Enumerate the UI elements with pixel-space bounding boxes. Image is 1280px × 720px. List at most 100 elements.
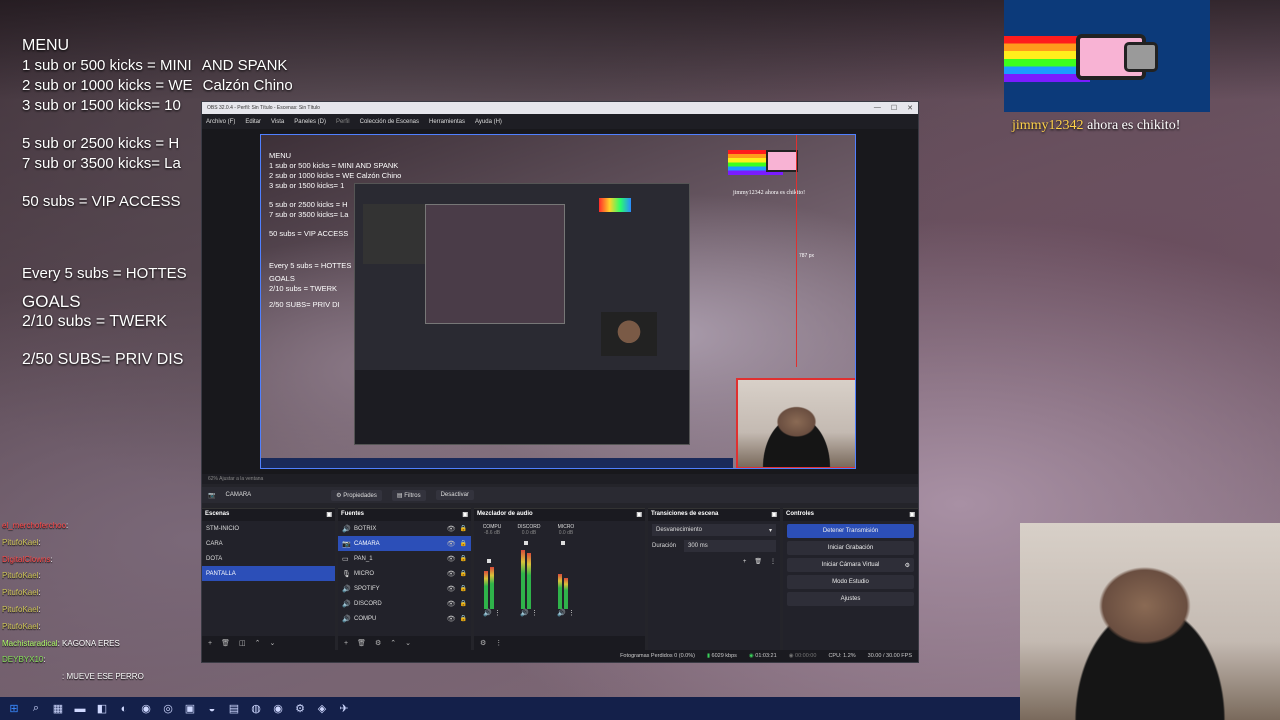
store-icon[interactable]: ◧ xyxy=(94,701,110,717)
close-icon[interactable]: ✕ xyxy=(907,104,913,112)
gear-icon[interactable]: ⚙ xyxy=(905,562,910,569)
app-icon[interactable]: ◈ xyxy=(314,701,330,717)
dock-menu-icon[interactable]: ▣ xyxy=(326,511,332,519)
filter-icon[interactable]: ◫ xyxy=(239,639,246,647)
speaker-icon[interactable]: 🔊 ⋮ xyxy=(480,609,504,617)
source-item[interactable]: 🎙 MICRO 👁 🔒 xyxy=(338,566,471,581)
edge-icon[interactable]: ◐ xyxy=(116,701,132,717)
app-icon[interactable]: ▤ xyxy=(226,701,242,717)
scene-item[interactable]: DOTA xyxy=(202,551,335,566)
speaker-icon[interactable]: 🔊 ⋮ xyxy=(554,609,578,617)
gear-icon[interactable]: ⚙ xyxy=(375,639,381,647)
eye-icon[interactable]: 👁 xyxy=(447,600,456,608)
menu-editar[interactable]: Editar xyxy=(245,119,261,125)
add-icon[interactable]: + xyxy=(344,640,348,647)
volume-slider[interactable] xyxy=(561,541,565,545)
dock-menu-icon[interactable]: ▣ xyxy=(771,511,777,519)
spotify-icon[interactable]: ◉ xyxy=(138,701,154,717)
mixer-gear-icon[interactable]: ⚙ xyxy=(480,639,486,647)
search-icon[interactable]: ⌕ xyxy=(28,701,44,717)
trash-icon[interactable]: 🗑 xyxy=(221,639,230,647)
maximize-icon[interactable]: ☐ xyxy=(891,104,897,112)
obs-icon[interactable]: ◉ xyxy=(270,701,286,717)
properties-button[interactable]: ⚙ Propiedades xyxy=(331,489,382,501)
zoom-bar[interactable]: 62% Ajustar a la ventana xyxy=(202,474,918,484)
whatsapp-icon[interactable]: ◎ xyxy=(160,701,176,717)
lock-icon[interactable]: 🔒 xyxy=(460,525,467,532)
eye-icon[interactable]: 👁 xyxy=(447,615,456,623)
menu-coleccion-escenas[interactable]: Colección de Escenas xyxy=(360,119,419,125)
source-item-selected[interactable]: 📷 CAMARA 👁 🔒 xyxy=(338,536,471,551)
dock-menu-icon[interactable]: ▣ xyxy=(909,511,915,519)
filters-button[interactable]: ▤ Filtros xyxy=(391,489,426,501)
controls-dock: Controles ▣ Detener Transmisión Iniciar G… xyxy=(783,508,918,650)
source-item[interactable]: 🔊 COMPU 👁 🔒 xyxy=(338,611,471,626)
minimize-icon[interactable]: — xyxy=(874,104,881,112)
lock-icon[interactable]: 🔒 xyxy=(460,600,467,607)
scene-item[interactable]: STM-INICIO xyxy=(202,521,335,536)
menu-herramientas[interactable]: Herramientas xyxy=(429,119,465,125)
trash-icon[interactable]: 🗑 xyxy=(754,558,762,565)
down-icon[interactable]: ⌄ xyxy=(405,639,411,647)
mixer-menu-icon[interactable]: ⋮ xyxy=(495,639,502,647)
up-icon[interactable]: ⌃ xyxy=(390,639,396,647)
folder-icon[interactable]: ▬ xyxy=(72,701,88,717)
volume-slider[interactable] xyxy=(487,559,491,563)
speaker-icon[interactable]: 🔊 ⋮ xyxy=(517,609,541,617)
add-icon[interactable]: + xyxy=(743,559,747,565)
deactivate-button[interactable]: Desactivar xyxy=(435,490,474,500)
preview-canvas[interactable]: MENU 1 sub or 500 kicks = MINI AND SPANK… xyxy=(260,134,856,469)
eye-icon[interactable]: 👁 xyxy=(447,525,456,533)
menu-vista[interactable]: Vista xyxy=(271,119,284,125)
lock-icon[interactable]: 🔒 xyxy=(460,615,467,622)
stop-streaming-button[interactable]: Detener Transmisión xyxy=(787,524,914,538)
menu-paneles[interactable]: Paneles (D) xyxy=(294,119,326,125)
preview-area[interactable]: MENU 1 sub or 500 kicks = MINI AND SPANK… xyxy=(202,129,918,474)
chrome-icon[interactable]: ◍ xyxy=(248,701,264,717)
dock-menu-icon[interactable]: ▣ xyxy=(462,511,468,519)
camera-source-selected[interactable] xyxy=(736,378,855,468)
discord-icon[interactable]: ◒ xyxy=(204,701,220,717)
volume-meter[interactable] xyxy=(554,539,578,609)
lock-icon[interactable]: 🔒 xyxy=(460,570,467,577)
eye-icon[interactable]: 👁 xyxy=(447,555,456,563)
source-item[interactable]: 🔊 DISCORD 👁 🔒 xyxy=(338,596,471,611)
settings-button[interactable]: Ajustes xyxy=(787,592,914,606)
menu-perfil[interactable]: Perfil xyxy=(336,119,350,125)
scene-item[interactable]: CARA xyxy=(202,536,335,551)
microphone-icon: 🎙 xyxy=(342,570,351,578)
source-item[interactable]: 🔊 SPOTIFY 👁 🔒 xyxy=(338,581,471,596)
app-icon[interactable]: ▦ xyxy=(50,701,66,717)
menu-archivo[interactable]: Archivo (F) xyxy=(206,119,235,125)
more-icon[interactable]: ⋮ xyxy=(770,558,776,565)
trash-icon[interactable]: 🗑 xyxy=(357,639,366,647)
volume-slider[interactable] xyxy=(524,541,528,545)
obs-window[interactable]: OBS 32.0.4 - Perfil: Sin Título - Escena… xyxy=(201,101,919,663)
app-icon[interactable]: ✈ xyxy=(336,701,352,717)
start-virtual-camera-button[interactable]: Iniciar Cámara Virtual ⚙ xyxy=(787,558,914,572)
eye-icon[interactable]: 👁 xyxy=(447,540,456,548)
duration-input[interactable]: 300 ms xyxy=(684,540,776,552)
source-item[interactable]: 🔊 BOTRIX 👁 🔒 xyxy=(338,521,471,536)
volume-meter[interactable] xyxy=(517,539,541,609)
lock-icon[interactable]: 🔒 xyxy=(460,585,467,592)
obs-titlebar[interactable]: OBS 32.0.4 - Perfil: Sin Título - Escena… xyxy=(202,102,918,114)
dock-menu-icon[interactable]: ▣ xyxy=(636,511,642,519)
scene-item-selected[interactable]: PANTALLA xyxy=(202,566,335,581)
add-icon[interactable]: + xyxy=(208,640,212,647)
start-recording-button[interactable]: Iniciar Grabación xyxy=(787,541,914,555)
studio-mode-button[interactable]: Modo Estudio xyxy=(787,575,914,589)
lock-icon[interactable]: 🔒 xyxy=(460,555,467,562)
eye-icon[interactable]: 👁 xyxy=(447,585,456,593)
lock-icon[interactable]: 🔒 xyxy=(460,540,467,547)
source-item[interactable]: ▭ PAN_1 👁 🔒 xyxy=(338,551,471,566)
eye-icon[interactable]: 👁 xyxy=(447,570,456,578)
down-icon[interactable]: ⌄ xyxy=(269,639,275,647)
volume-meter[interactable] xyxy=(480,539,504,609)
menu-ayuda[interactable]: Ayuda (H) xyxy=(475,119,502,125)
transition-select[interactable]: Desvanecimiento ▾ xyxy=(652,524,776,536)
settings-icon[interactable]: ⚙ xyxy=(292,701,308,717)
app-icon[interactable]: ▣ xyxy=(182,701,198,717)
up-icon[interactable]: ⌃ xyxy=(255,639,261,647)
windows-start-icon[interactable]: ⊞ xyxy=(6,701,22,717)
